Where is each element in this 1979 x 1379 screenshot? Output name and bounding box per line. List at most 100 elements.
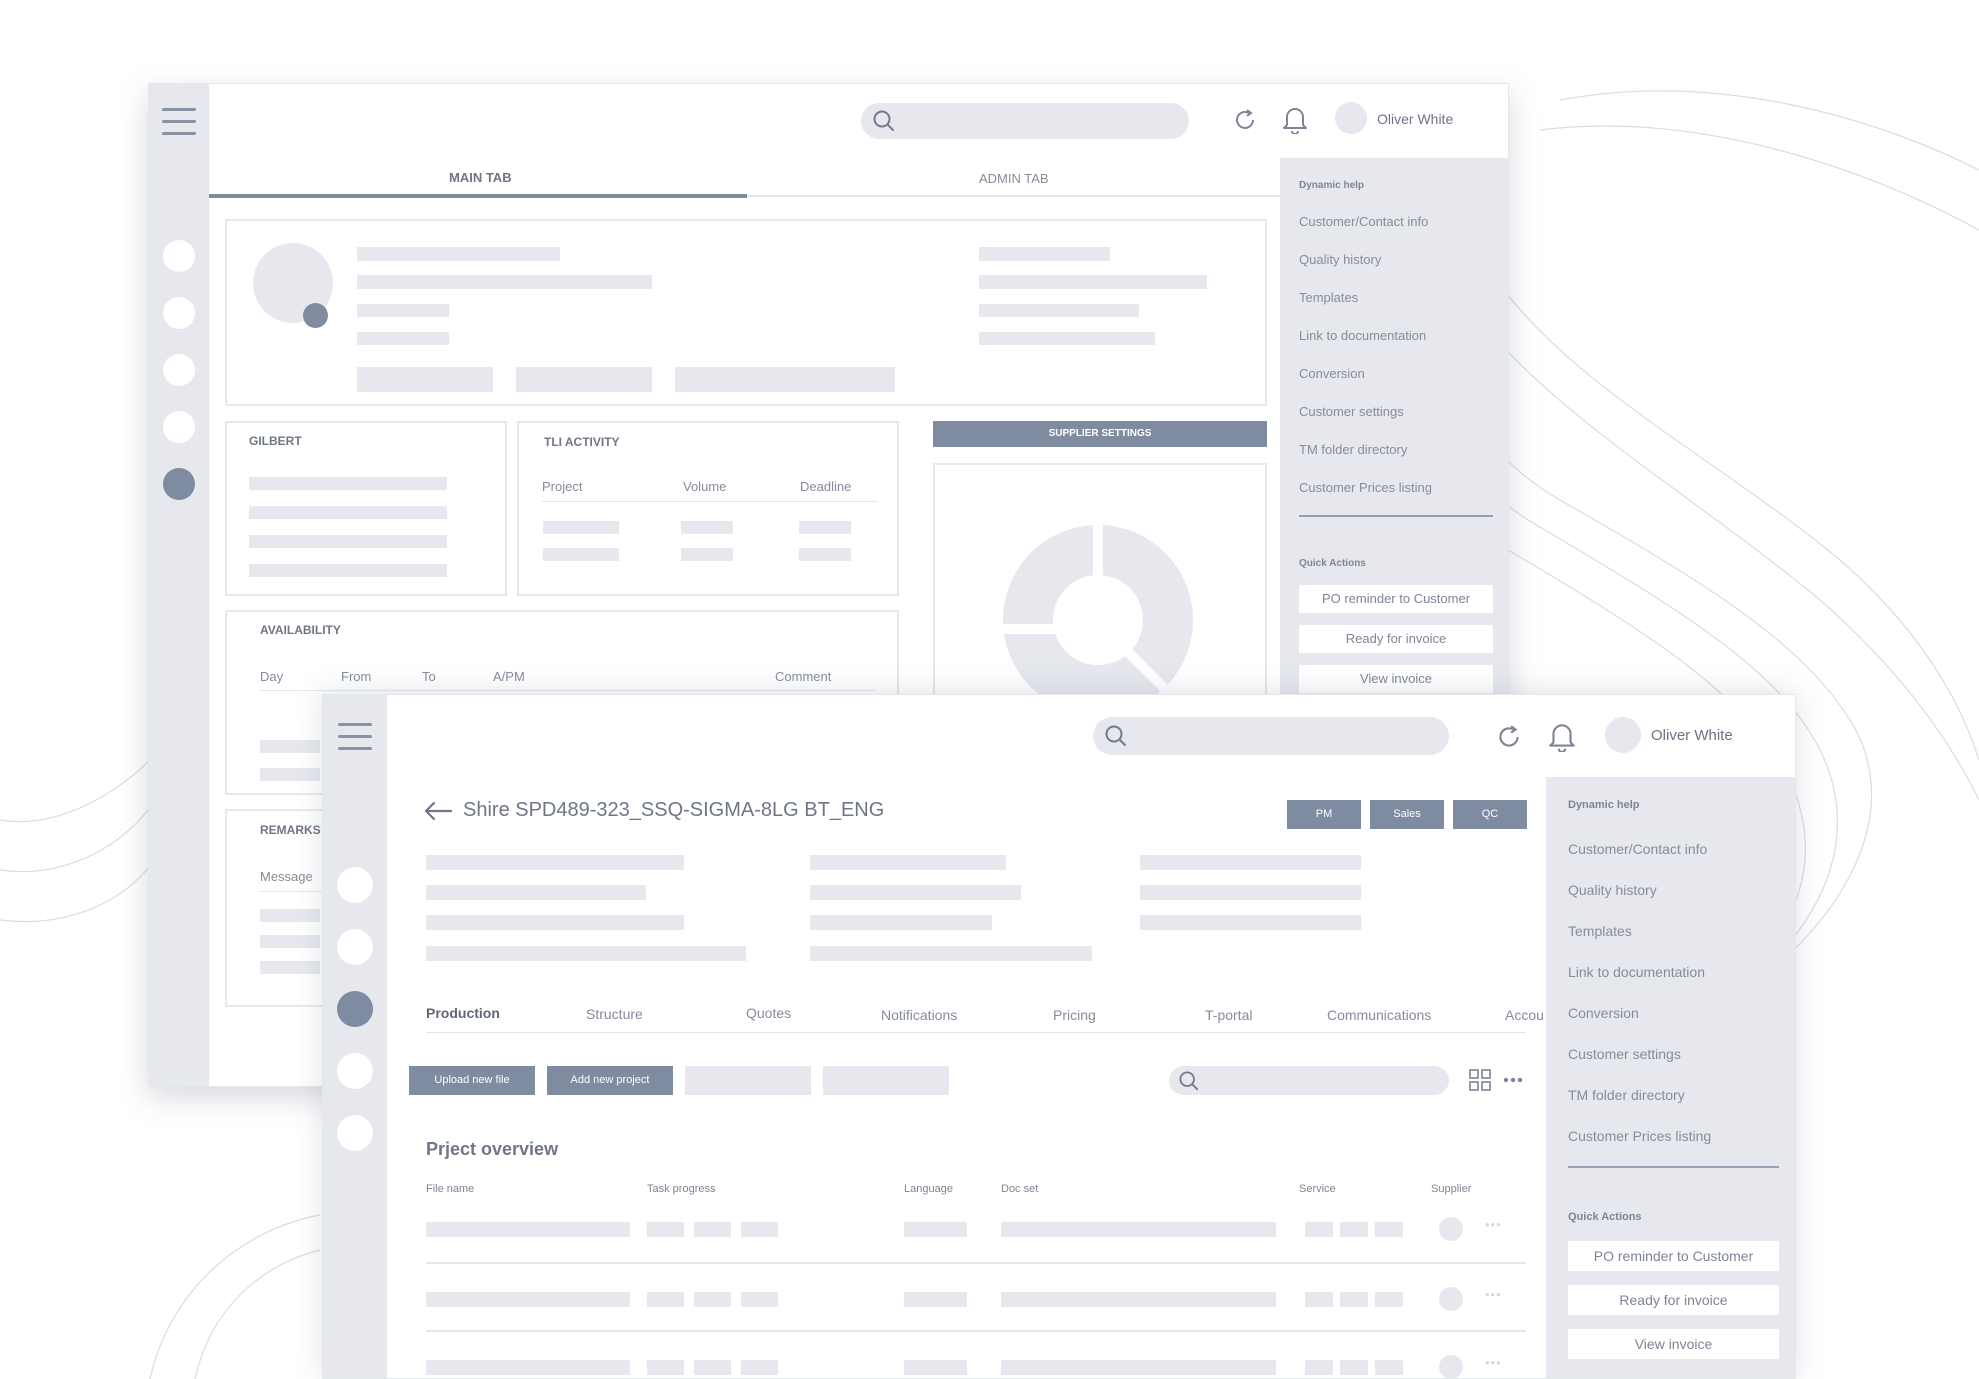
column-header: Message: [260, 869, 313, 884]
tab-notifications[interactable]: Notifications: [881, 1007, 957, 1023]
bell-icon[interactable]: [1547, 720, 1577, 752]
avatar[interactable]: [1605, 717, 1641, 753]
placeholder-bar: [810, 855, 1006, 870]
help-item[interactable]: Templates: [1568, 923, 1632, 939]
quick-actions-title: Quick Actions: [1299, 558, 1366, 569]
help-item[interactable]: Conversion: [1299, 366, 1365, 381]
tab-quotes[interactable]: Quotes: [746, 1005, 791, 1021]
po-reminder-button[interactable]: PO reminder to Customer: [1299, 585, 1493, 613]
role-qc-button[interactable]: QC: [1453, 800, 1527, 829]
upload-new-file-button[interactable]: Upload new file: [409, 1066, 535, 1095]
sidebar-rail: [323, 695, 387, 1378]
placeholder-bar: [1305, 1222, 1333, 1237]
grid-icon[interactable]: [1469, 1069, 1491, 1091]
panel-divider: [1299, 515, 1493, 517]
placeholder-bar: [426, 885, 646, 900]
panel-divider: [1568, 1166, 1779, 1168]
nav-item-1[interactable]: [337, 867, 373, 903]
nav-item-5-active[interactable]: [163, 468, 195, 500]
ready-for-invoice-button[interactable]: Ready for invoice: [1299, 625, 1493, 653]
sidebar-rail: [149, 84, 209, 1086]
tab-main[interactable]: MAIN TAB: [449, 170, 512, 185]
menu-icon[interactable]: [338, 723, 372, 751]
tab-structure[interactable]: Structure: [586, 1006, 643, 1022]
help-item[interactable]: Quality history: [1568, 882, 1657, 898]
supplier-avatar: [1439, 1355, 1463, 1378]
placeholder-bar: [979, 332, 1155, 345]
dynamic-help-title: Dynamic help: [1568, 799, 1640, 811]
tab-accounting[interactable]: Accou: [1505, 1007, 1544, 1023]
quick-actions-title: Quick Actions: [1568, 1211, 1642, 1223]
placeholder-bar: [1001, 1222, 1276, 1237]
help-item[interactable]: Templates: [1299, 290, 1358, 305]
refresh-icon[interactable]: [1232, 107, 1258, 133]
availability-title: AVAILABILITY: [260, 623, 341, 637]
menu-icon[interactable]: [162, 108, 196, 136]
tli-title: TLI ACTIVITY: [544, 435, 620, 449]
placeholder-bar: [260, 768, 320, 781]
view-invoice-button[interactable]: View invoice: [1568, 1329, 1779, 1359]
po-reminder-button[interactable]: PO reminder to Customer: [1568, 1241, 1779, 1271]
row-more-icon[interactable]: •••: [1485, 1355, 1502, 1370]
search-input[interactable]: [861, 103, 1189, 139]
overview-title: Prject overview: [426, 1139, 559, 1159]
column-header: From: [341, 669, 372, 684]
search-input[interactable]: [1093, 717, 1449, 755]
nav-item-5[interactable]: [337, 1115, 373, 1151]
bell-icon[interactable]: [1281, 104, 1309, 134]
nav-item-3[interactable]: [163, 354, 195, 386]
nav-item-4[interactable]: [163, 411, 195, 443]
add-new-project-button[interactable]: Add new project: [547, 1066, 673, 1095]
tab-production[interactable]: Production: [426, 1005, 500, 1021]
column-header: A/PM: [493, 669, 525, 684]
role-sales-button[interactable]: Sales: [1370, 800, 1444, 829]
tab-t-portal[interactable]: T-portal: [1205, 1007, 1252, 1023]
gilbert-card: GILBERT: [225, 421, 507, 596]
help-item[interactable]: Quality history: [1299, 252, 1381, 267]
refresh-icon[interactable]: [1495, 723, 1523, 751]
help-item[interactable]: Customer settings: [1568, 1046, 1681, 1062]
role-pm-button[interactable]: PM: [1287, 800, 1361, 829]
placeholder-bar: [249, 535, 447, 548]
tab-communications[interactable]: Communications: [1327, 1007, 1431, 1023]
search-icon: [1105, 725, 1126, 746]
avatar[interactable]: [1335, 102, 1367, 134]
user-name[interactable]: Oliver White: [1377, 111, 1453, 127]
help-item[interactable]: Link to documentation: [1568, 964, 1705, 980]
table-search-input[interactable]: [1169, 1066, 1449, 1095]
placeholder-bar: [426, 855, 684, 870]
placeholder-bar: [810, 885, 1021, 900]
column-header: Task progress: [647, 1183, 716, 1195]
column-header: Doc set: [1001, 1183, 1039, 1195]
tab-admin[interactable]: ADMIN TAB: [979, 171, 1049, 186]
more-icon[interactable]: [1503, 1075, 1523, 1085]
back-arrow-icon[interactable]: [423, 801, 453, 821]
project-title: Shire SPD489-323_SSQ-SIGMA-8LG BT_ENG: [463, 799, 885, 821]
view-invoice-button[interactable]: View invoice: [1299, 665, 1493, 693]
user-name[interactable]: Oliver White: [1651, 727, 1733, 744]
help-item[interactable]: Customer Prices listing: [1568, 1128, 1711, 1144]
help-item[interactable]: Conversion: [1568, 1005, 1639, 1021]
supplier-settings-button[interactable]: SUPPLIER SETTINGS: [933, 421, 1267, 447]
remarks-title: REMARKS: [260, 823, 321, 837]
nav-item-2[interactable]: [337, 929, 373, 965]
help-item[interactable]: Customer Prices listing: [1299, 480, 1432, 495]
nav-item-3-active[interactable]: [337, 991, 373, 1027]
nav-item-4[interactable]: [337, 1053, 373, 1089]
placeholder-bar: [357, 304, 449, 317]
row-more-icon[interactable]: •••: [1485, 1287, 1502, 1302]
tab-pricing[interactable]: Pricing: [1053, 1007, 1096, 1023]
help-item[interactable]: Customer/Contact info: [1568, 841, 1707, 857]
placeholder-bar: [979, 275, 1207, 289]
help-item[interactable]: TM folder directory: [1568, 1087, 1685, 1103]
row-more-icon[interactable]: •••: [1485, 1217, 1502, 1232]
help-item[interactable]: Customer settings: [1299, 404, 1404, 419]
gilbert-title: GILBERT: [249, 434, 302, 448]
ready-for-invoice-button[interactable]: Ready for invoice: [1568, 1285, 1779, 1315]
help-item[interactable]: TM folder directory: [1299, 442, 1407, 457]
help-item[interactable]: Link to documentation: [1299, 328, 1426, 343]
nav-item-2[interactable]: [163, 297, 195, 329]
help-item[interactable]: Customer/Contact info: [1299, 214, 1428, 229]
nav-item-1[interactable]: [163, 240, 195, 272]
placeholder-button: [685, 1066, 811, 1095]
